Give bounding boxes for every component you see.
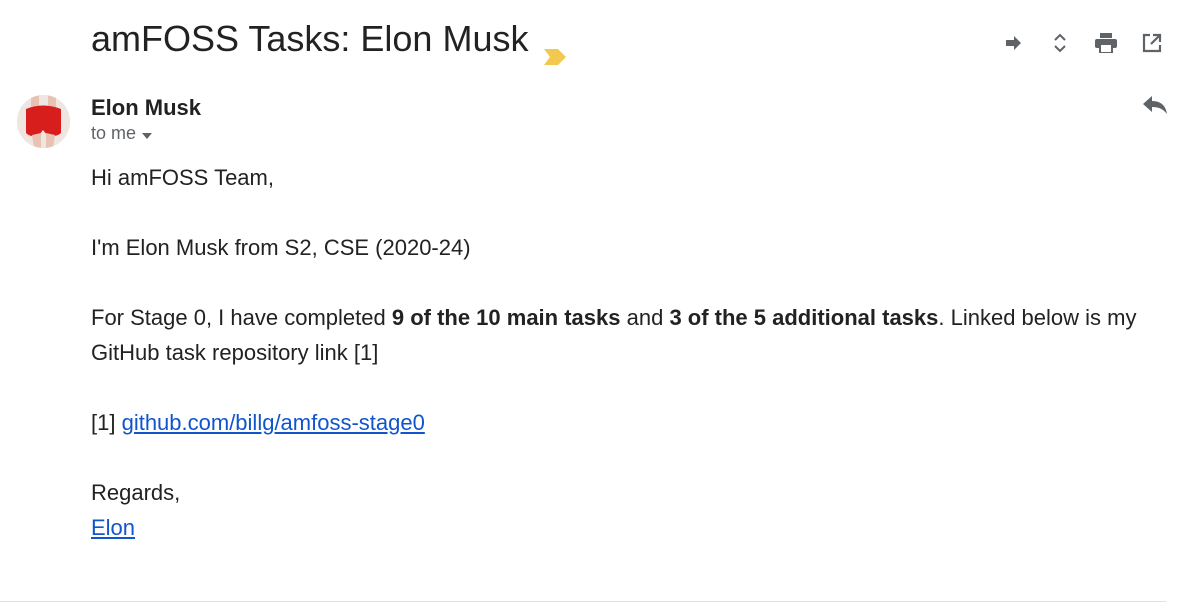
recipient-label: to me xyxy=(91,123,137,143)
message-toolbar xyxy=(1001,30,1165,56)
reference-line: [1] github.com/billg/amfoss-stage0 xyxy=(91,405,1166,440)
reference-label: [1] xyxy=(91,410,122,435)
stage-progress-paragraph: For Stage 0, I have completed 9 of the 1… xyxy=(91,300,1166,370)
main-tasks-count: 9 of the 10 main tasks xyxy=(391,305,621,330)
recipient-details-toggle[interactable]: to me xyxy=(91,123,153,144)
expand-all-icon[interactable] xyxy=(1047,30,1073,56)
forward-icon[interactable] xyxy=(1001,30,1027,56)
intro-line: I'm Elon Musk from S2, CSE (2020-24) xyxy=(91,235,471,260)
stage-text-mid: and xyxy=(620,305,670,330)
print-icon[interactable] xyxy=(1093,30,1119,56)
reply-icon[interactable] xyxy=(1143,96,1167,119)
github-repository-link[interactable]: github.com/billg/amfoss-stage0 xyxy=(122,410,425,435)
signature-link[interactable]: Elon xyxy=(91,515,135,540)
signature-block: Regards, Elon xyxy=(91,475,1166,545)
message-divider xyxy=(0,601,1166,602)
closing-line: Regards, xyxy=(91,480,181,505)
greeting-line: Hi amFOSS Team, xyxy=(91,165,274,190)
subject-text: amFOSS Tasks: Elon Musk xyxy=(91,18,529,59)
open-in-new-window-icon[interactable] xyxy=(1139,30,1165,56)
chevron-down-icon xyxy=(142,123,153,144)
stage-text-start: For Stage 0, I have completed xyxy=(91,305,392,330)
email-body: Hi amFOSS Team, I'm Elon Musk from S2, C… xyxy=(91,160,1166,545)
additional-tasks-count: 3 of the 5 additional tasks xyxy=(669,305,939,330)
sender-name[interactable]: Elon Musk xyxy=(91,95,201,121)
avatar xyxy=(17,95,70,148)
email-subject: amFOSS Tasks: Elon Musk xyxy=(91,18,567,65)
importance-marker-icon[interactable] xyxy=(544,32,567,65)
